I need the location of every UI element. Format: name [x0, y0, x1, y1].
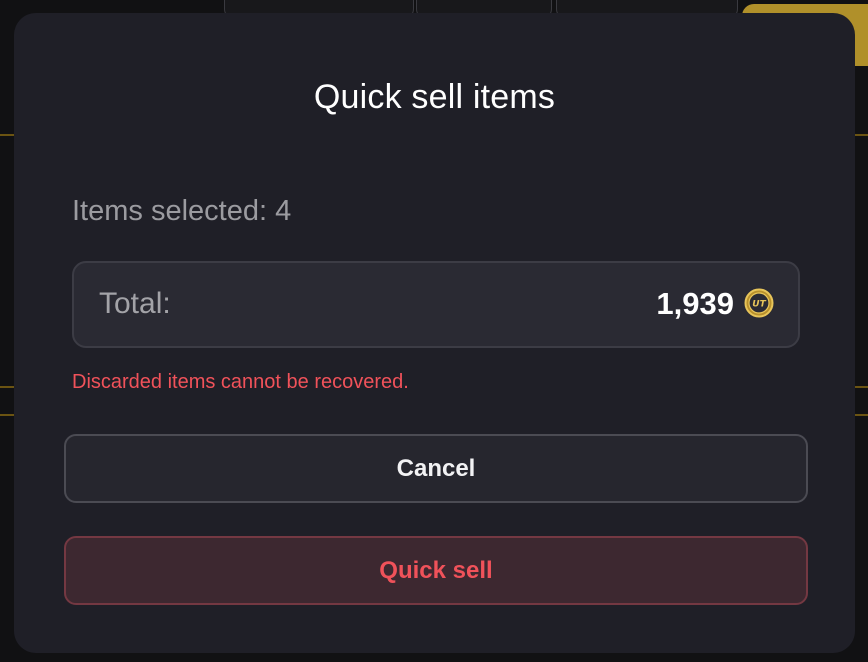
quick-sell-button[interactable]: Quick sell [64, 536, 808, 605]
total-value: 1,939 [656, 286, 734, 321]
coin-icon-text: UT [752, 300, 766, 310]
modal-title: Quick sell items [313, 78, 556, 116]
total-label: Total: [99, 287, 171, 320]
items-selected-count: Items selected: 4 [72, 195, 292, 227]
coin-icon: UT [744, 288, 774, 318]
total-summary: Total: 1,939 UT [72, 261, 800, 348]
discard-warning: Discarded items cannot be recovered. [72, 371, 409, 393]
cancel-button[interactable]: Cancel [64, 434, 808, 503]
quick-sell-modal: Quick sell items Items selected: 4 Total… [14, 13, 855, 653]
